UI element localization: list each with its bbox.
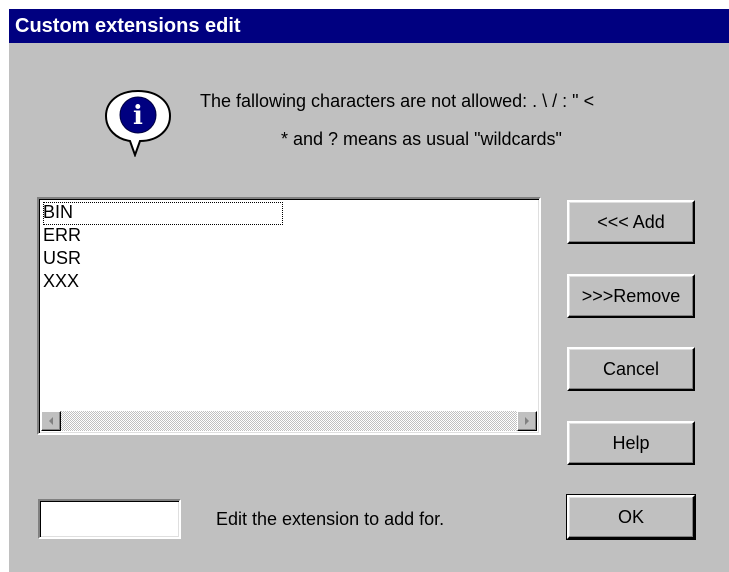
list-item[interactable]: BIN	[43, 202, 283, 225]
info-icon: i	[102, 87, 174, 162]
extension-input[interactable]	[38, 499, 181, 539]
add-button[interactable]: <<< Add	[567, 200, 695, 244]
scroll-right-button[interactable]	[517, 411, 537, 431]
ok-button[interactable]: OK	[566, 494, 696, 540]
dialog-window: Custom extensions edit i The fallowing c…	[9, 9, 729, 572]
title-bar[interactable]: Custom extensions edit	[9, 9, 729, 43]
extensions-list: BIN ERR USR XXX	[43, 202, 535, 294]
message-line-2: * and ? means as usual "wildcards"	[281, 129, 562, 149]
list-item[interactable]: USR	[43, 248, 283, 271]
extensions-listbox[interactable]: BIN ERR USR XXX	[37, 197, 541, 435]
scroll-left-button[interactable]	[41, 411, 61, 431]
svg-text:i: i	[133, 101, 143, 131]
extension-input-label: Edit the extension to add for.	[216, 509, 445, 529]
list-item[interactable]: XXX	[43, 271, 283, 294]
arrow-right-icon	[525, 417, 529, 425]
list-item[interactable]: ERR	[43, 225, 283, 248]
arrow-left-icon	[49, 417, 53, 425]
horizontal-scrollbar[interactable]	[41, 411, 537, 431]
message-line-1: The fallowing characters are not allowed…	[200, 91, 595, 111]
cancel-button[interactable]: Cancel	[567, 347, 695, 391]
help-button[interactable]: Help	[567, 421, 695, 465]
remove-button[interactable]: >>>Remove	[567, 274, 695, 318]
